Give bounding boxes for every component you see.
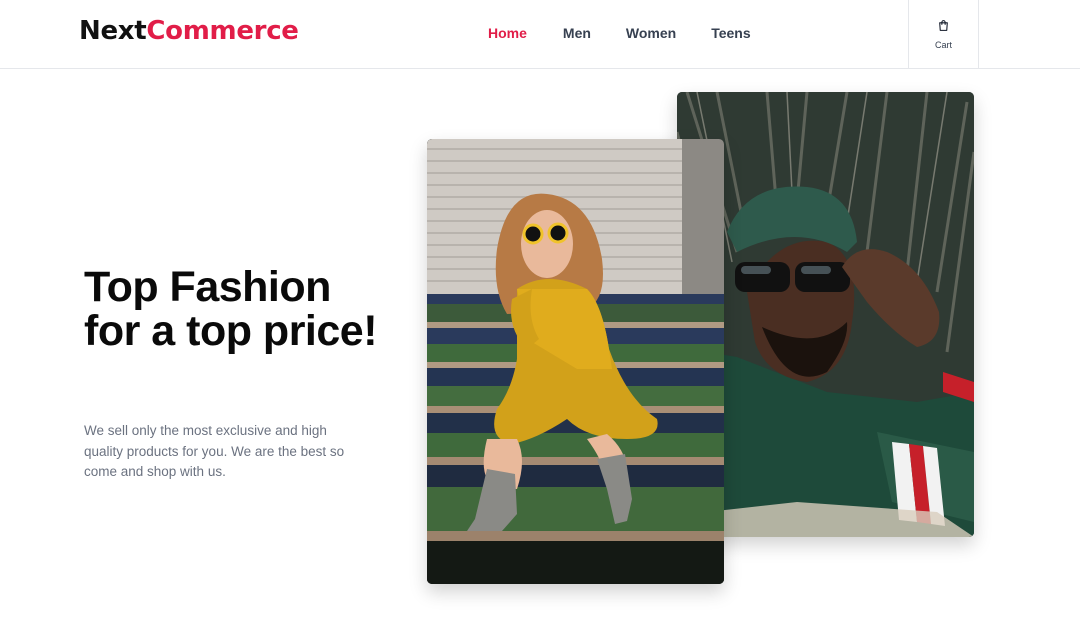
site-header: NextCommerce Home Men Women Teens Cart: [0, 0, 1080, 69]
brand-logo[interactable]: NextCommerce: [79, 16, 299, 46]
main-nav: Home Men Women Teens: [488, 25, 751, 41]
shopping-bag-icon: [937, 19, 950, 37]
hero-image-woman: [427, 139, 724, 584]
nav-link-home[interactable]: Home: [488, 25, 527, 41]
nav-link-teens[interactable]: Teens: [711, 25, 750, 41]
hero-description: We sell only the most exclusive and high…: [84, 423, 345, 479]
cart-button[interactable]: Cart: [908, 0, 979, 69]
hero-headline: Top Fashion for a top price!: [84, 263, 378, 355]
nav-link-women[interactable]: Women: [626, 25, 676, 41]
nav-link-men[interactable]: Men: [563, 25, 591, 41]
cart-label: Cart: [934, 40, 952, 50]
logo-text-commerce: Commerce: [146, 16, 299, 46]
logo-text-next: Next: [79, 16, 147, 46]
